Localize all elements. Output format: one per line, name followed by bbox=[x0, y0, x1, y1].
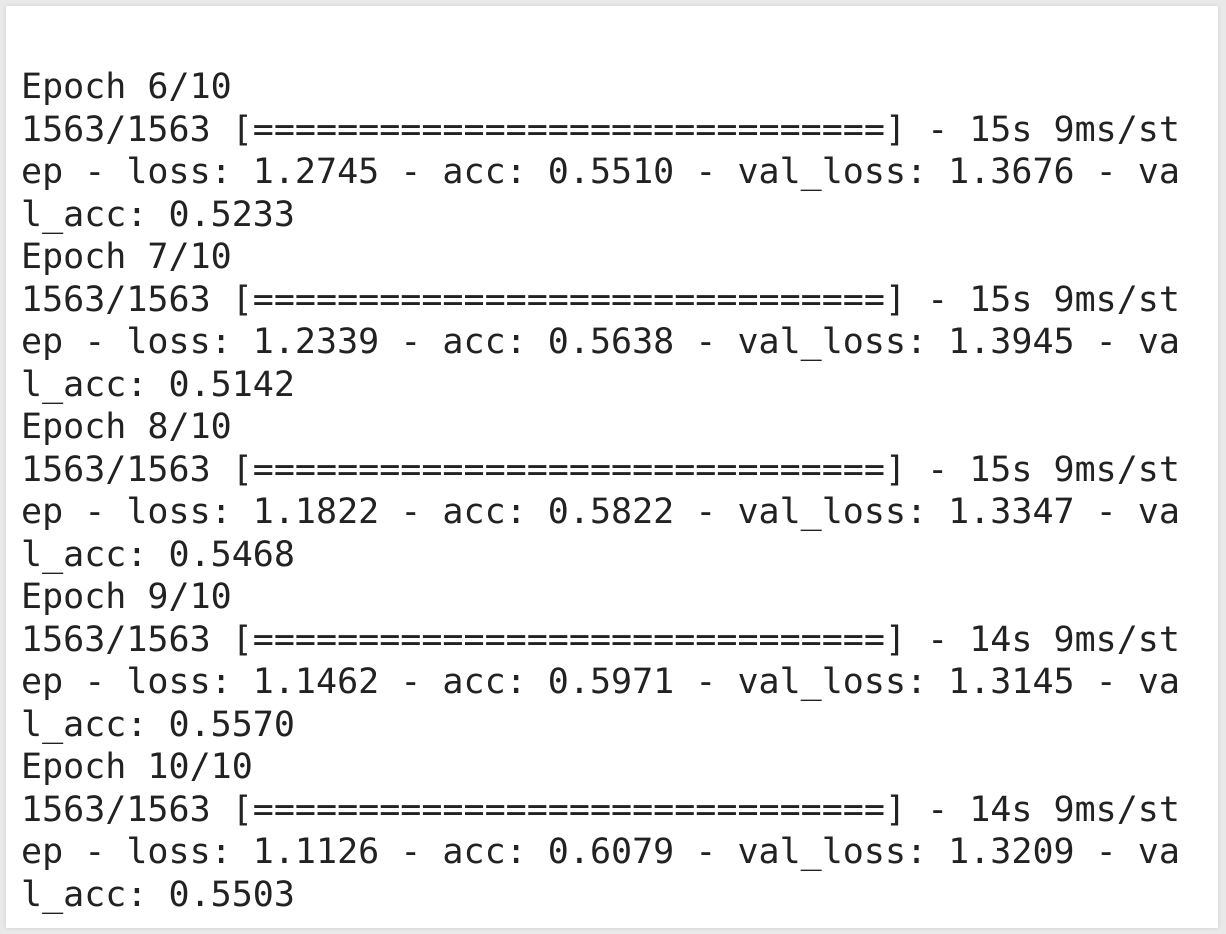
log-line: 1563/1563 [=============================… bbox=[21, 619, 1180, 660]
log-line: Epoch 8/10 bbox=[21, 407, 232, 447]
log-line: Epoch 9/10 bbox=[21, 577, 232, 617]
log-line: Epoch 7/10 bbox=[21, 237, 232, 277]
log-line: 1563/1563 [=============================… bbox=[21, 279, 1180, 320]
log-line: 1563/1563 [=============================… bbox=[21, 109, 1180, 150]
log-line: ep - loss: 1.2339 - acc: 0.5638 - val_lo… bbox=[21, 322, 1180, 362]
log-line: 1563/1563 [=============================… bbox=[21, 449, 1180, 490]
log-line: Epoch 10/10 bbox=[21, 747, 253, 787]
log-line: ep - loss: 1.1822 - acc: 0.5822 - val_lo… bbox=[21, 492, 1180, 532]
log-line: ep - loss: 1.1126 - acc: 0.6079 - val_lo… bbox=[21, 832, 1180, 872]
log-line: l_acc: 0.5142 bbox=[21, 364, 295, 405]
log-line: l_acc: 0.5570 bbox=[21, 704, 295, 745]
log-line: l_acc: 0.5468 bbox=[21, 534, 295, 575]
log-line: ep - loss: 1.2745 - acc: 0.5510 - val_lo… bbox=[21, 152, 1180, 192]
log-line: 1563/1563 [=============================… bbox=[21, 789, 1180, 830]
log-line: l_acc: 0.5503 bbox=[21, 874, 295, 915]
log-line: ep - loss: 1.1462 - acc: 0.5971 - val_lo… bbox=[21, 662, 1180, 702]
log-line: Epoch 6/10 bbox=[21, 67, 232, 107]
training-log-output: Epoch 6/10 1563/1563 [===================… bbox=[21, 66, 1180, 916]
output-cell: Epoch 6/10 1563/1563 [===================… bbox=[6, 6, 1218, 928]
log-line: l_acc: 0.5233 bbox=[21, 194, 295, 235]
